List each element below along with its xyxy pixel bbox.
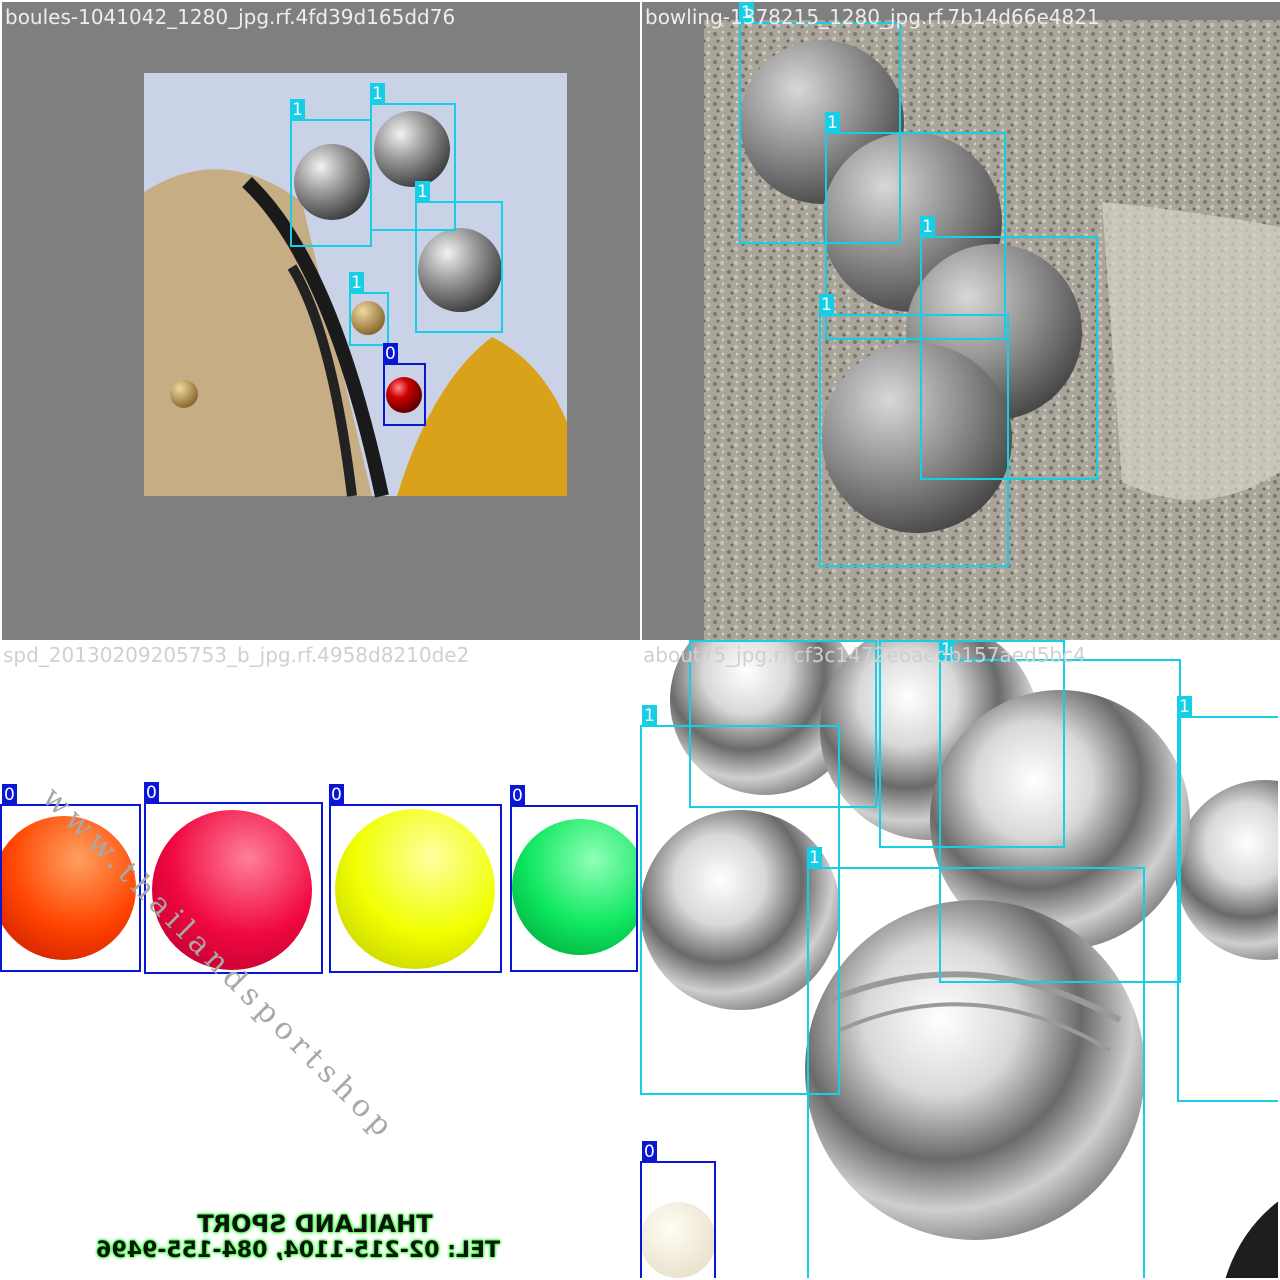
class-label: 1 (290, 99, 305, 121)
mosaic-tile-4: about75_jpg.rf.cf3c1472e6aedb157aed5bc4 … (640, 640, 1278, 1278)
class-label: 1 (642, 705, 657, 727)
detection-box: 0 (640, 1141, 716, 1278)
class-label: 0 (329, 784, 344, 806)
detection-box: 0 (144, 782, 323, 974)
class-label: 1 (825, 112, 840, 134)
detection-box: 1 (349, 272, 389, 346)
mosaic-tile-3: spd_20130209205753_b_jpg.rf.4958d8210de2… (0, 640, 638, 1278)
class-label: 0 (510, 785, 525, 807)
class-label: 1 (739, 2, 754, 24)
class-label: 1 (920, 216, 935, 238)
detection-box: 0 (383, 343, 426, 426)
detection-box: 0 (329, 784, 502, 973)
mosaic-tile-1: boules-1041042_1280_jpg.rf.4fd39d165dd76… (2, 2, 640, 640)
class-label: 1 (807, 847, 822, 869)
detection-box: 1 (290, 99, 372, 247)
class-label: 0 (642, 1141, 657, 1163)
shop-phone: TEL: 02-215-1104, 084-155-9496 (96, 1238, 500, 1263)
shop-name: THAILAND SPORT (197, 1210, 433, 1238)
class-label: 1 (939, 640, 954, 661)
mosaic-tile-2: bowling-1378215_1280_jpg.rf.7b14d66e4821… (642, 2, 1280, 640)
class-label: 1 (689, 640, 704, 642)
detection-box: 1 (807, 847, 1145, 1278)
detection-box: 0 (510, 785, 638, 972)
detection-box: 1 (415, 181, 503, 333)
detection-box: 1 (1177, 696, 1278, 1102)
hand-glove (1225, 1201, 1278, 1278)
boules-photo (144, 73, 567, 498)
class-label: 1 (415, 181, 430, 203)
class-label: 0 (383, 343, 398, 365)
class-label: 0 (144, 782, 159, 804)
class-label: 1 (370, 83, 385, 105)
class-label: 0 (2, 784, 17, 806)
class-label: 1 (819, 294, 834, 316)
class-label: 1 (879, 640, 894, 642)
shop-sign: THAILAND SPORT TEL: 02-215-1104, 084-155… (96, 1210, 500, 1263)
detection-box: 1 (819, 294, 1009, 567)
class-label: 1 (1177, 696, 1192, 718)
class-label: 1 (349, 272, 364, 294)
